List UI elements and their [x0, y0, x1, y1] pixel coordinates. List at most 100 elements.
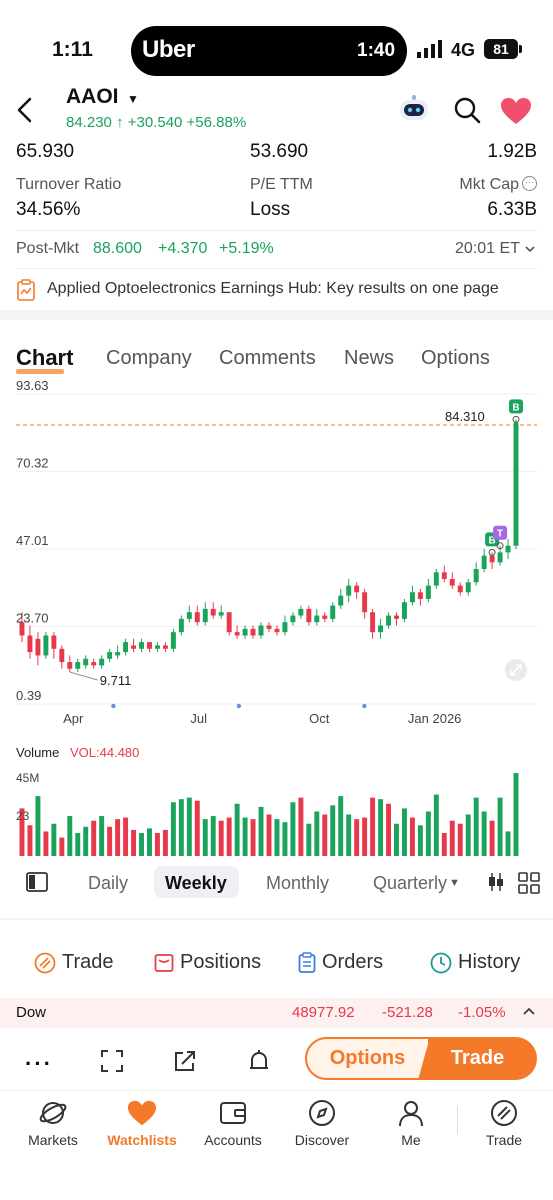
ticker-symbol[interactable]: AAOI [66, 85, 119, 109]
volume-bar [513, 773, 519, 856]
positions-action-label: Positions [180, 951, 262, 973]
volume-bar [433, 794, 439, 856]
ticker-dropdown-icon[interactable]: ▼ [127, 92, 139, 106]
share-icon[interactable] [173, 1049, 197, 1073]
island-time: 1:40 [357, 40, 396, 61]
back-icon[interactable] [14, 96, 36, 124]
assistant-robot-icon[interactable] [396, 94, 432, 124]
candle-body [75, 662, 81, 669]
chart-grid [16, 393, 537, 705]
nav-markets-label: Markets [28, 1132, 78, 1148]
period-quarterly[interactable]: Quarterly [373, 873, 447, 894]
event-dot [111, 703, 116, 709]
volume-value: VOL:44.480 [70, 745, 139, 760]
more-menu-icon[interactable]: ··· [25, 1051, 53, 1077]
volume-bar [43, 831, 49, 856]
nav-markets[interactable]: Markets [18, 1098, 88, 1148]
wallet-icon [220, 1102, 246, 1124]
positions-action[interactable]: Positions [154, 951, 261, 974]
chevron-down-icon[interactable] [524, 244, 536, 254]
tab-news[interactable]: News [344, 347, 394, 370]
nav-watchlists[interactable]: Watchlists [107, 1098, 177, 1148]
price-chart[interactable]: 93.6370.3247.0123.700.3984.3109.711BBTAp… [0, 380, 553, 860]
nav-discover[interactable]: Discover [287, 1098, 357, 1148]
history-action[interactable]: History [430, 951, 520, 974]
chevron-up-icon[interactable] [522, 1006, 536, 1016]
candle-body [497, 552, 503, 563]
divider [457, 1106, 458, 1134]
trade-button[interactable]: Trade [418, 1037, 537, 1080]
pe-value: Loss [250, 199, 291, 220]
volume-bar [306, 823, 312, 856]
candlestick-icon[interactable] [486, 872, 506, 892]
volume-bar [266, 814, 272, 856]
fullscreen-icon[interactable] [100, 1049, 124, 1073]
post-mkt-time[interactable]: 20:01 ET [455, 240, 520, 258]
grid-layout-icon[interactable] [518, 872, 540, 894]
sidebar-toggle-icon[interactable] [26, 872, 48, 892]
volume-bar [91, 820, 97, 856]
volume-bar [131, 829, 137, 856]
volume-bar [465, 814, 471, 856]
options-button[interactable]: Options [305, 1037, 430, 1080]
price-alert-bell-icon[interactable] [247, 1049, 271, 1073]
volume-bar [449, 820, 455, 856]
tab-chart[interactable]: Chart [16, 345, 73, 371]
candle-body [178, 618, 184, 633]
orders-icon [298, 951, 316, 973]
candle-body [202, 608, 208, 623]
candle-body [115, 652, 121, 656]
y-tick-label: 70.32 [16, 456, 49, 471]
volume-bar [409, 817, 415, 856]
candle-body [218, 612, 224, 616]
tab-options[interactable]: Options [421, 347, 490, 370]
volume-bar [75, 832, 81, 856]
period-monthly[interactable]: Monthly [266, 873, 329, 894]
volume-bar [115, 819, 121, 856]
divider [0, 1090, 553, 1091]
volume-bar [258, 806, 264, 856]
volume-bar [202, 819, 208, 856]
candle-body [322, 615, 328, 619]
chevron-down-icon[interactable]: ▼ [449, 877, 460, 889]
tab-comments[interactable]: Comments [219, 347, 316, 370]
volume-bar [51, 823, 57, 856]
index-change-pct: -1.05% [458, 1004, 506, 1021]
candle-body [242, 628, 248, 636]
trade-action[interactable]: Trade [34, 951, 114, 974]
candle-body [473, 568, 479, 583]
period-weekly[interactable]: Weekly [165, 873, 227, 894]
candle-body [99, 658, 105, 666]
tab-company[interactable]: Company [106, 347, 192, 370]
earnings-banner[interactable]: Applied Optoelectronics Earnings Hub: Ke… [47, 280, 499, 298]
candle-body [186, 612, 192, 619]
watchlist-heart-icon[interactable] [500, 97, 532, 125]
volume-bar [401, 808, 407, 856]
candle-body [59, 648, 65, 663]
more-icon[interactable]: ··· [522, 176, 537, 191]
volume-bar [298, 797, 304, 856]
nav-trade[interactable]: Trade [469, 1098, 539, 1148]
volume-bar [147, 828, 152, 856]
candle-body [425, 585, 431, 599]
volume-bar [162, 829, 168, 856]
quote-line: 84.230 ↑ +30.540 +56.88% [66, 114, 246, 131]
volume-bar [330, 805, 336, 856]
volume-bar [497, 797, 503, 856]
nav-accounts[interactable]: Accounts [198, 1098, 268, 1148]
stat-prev-close: 53.690 [250, 141, 309, 162]
turnover-value: 34.56% [16, 199, 81, 220]
search-icon[interactable] [453, 96, 481, 124]
candle-body [370, 612, 376, 633]
volume-bar [170, 802, 176, 856]
nav-me[interactable]: Me [376, 1098, 446, 1148]
candle-body [266, 625, 272, 629]
pe-label: P/E TTM [250, 176, 313, 193]
mktcap-label: Mkt Cap [459, 176, 519, 193]
period-daily[interactable]: Daily [88, 873, 128, 894]
stat-volume: 1.92B [487, 141, 537, 162]
orders-action[interactable]: Orders [298, 951, 383, 974]
trade-marker-label: B [512, 402, 519, 413]
volume-bar [425, 811, 431, 856]
up-arrow-icon: ↑ [116, 114, 124, 131]
